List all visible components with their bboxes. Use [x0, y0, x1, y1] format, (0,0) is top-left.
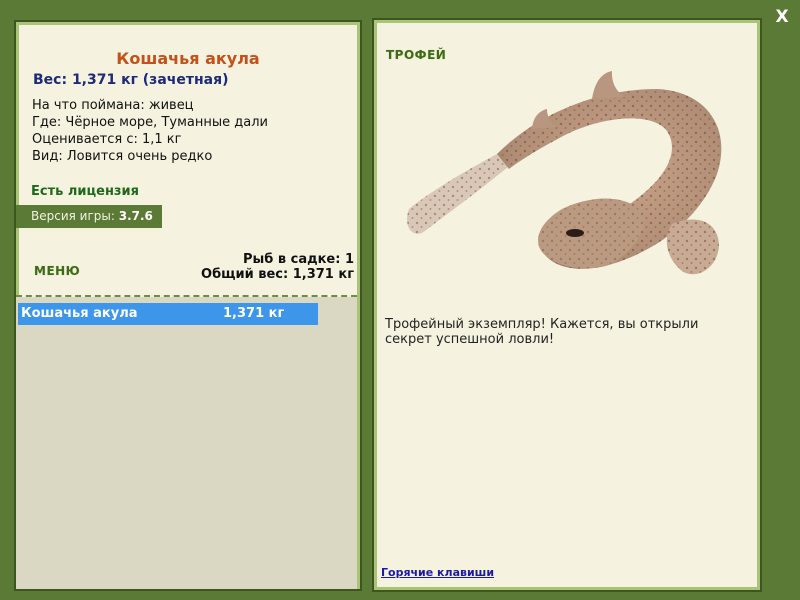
catch-fish-weight: 1,371 кг	[223, 306, 285, 321]
version-value: 3.7.6	[118, 209, 153, 223]
fish-weight: Вес: 1,371 кг (зачетная)	[33, 72, 229, 88]
bait-info: На что поймана: живец	[32, 98, 194, 113]
license-status: Есть лицензия	[31, 184, 139, 199]
hotkeys-link[interactable]: Горячие клавиши	[381, 566, 494, 579]
keep-count: Рыб в садке: 1	[242, 252, 354, 267]
catshark-image	[407, 71, 722, 275]
fish-details: На что поймана: живец Где: Чёрное море, …	[32, 97, 268, 165]
catch-list[interactable]: Кошачья акула 1,371 кг	[16, 297, 357, 589]
fish-title: Кошачья акула	[116, 49, 260, 68]
location-info: Где: Чёрное море, Туманные дали	[32, 115, 268, 130]
keep-net-stats: Рыб в садке: 1 Общий вес: 1,371 кг	[201, 252, 354, 282]
game-version-bar: Версия игры: 3.7.6	[16, 205, 162, 228]
catch-list-item-selected[interactable]: Кошачья акула 1,371 кг	[18, 303, 318, 325]
catch-fish-name: Кошачья акула	[21, 306, 138, 321]
close-button[interactable]: X	[770, 6, 794, 28]
min-weight-info: Оценивается с: 1,1 кг	[32, 132, 182, 147]
trophy-description: Трофейный экземпляр! Кажется, вы открыли…	[385, 317, 699, 347]
rarity-info: Вид: Ловится очень редко	[32, 149, 213, 164]
trophy-panel: ТРОФЕЙ Трофейный экземпляр! Кажется, вы …	[372, 18, 762, 592]
keep-total-weight: Общий вес: 1,371 кг	[201, 267, 354, 282]
version-label: Версия игры:	[31, 209, 115, 223]
menu-button[interactable]: МЕНЮ	[34, 264, 80, 278]
fish-info-panel: Кошачья акула Вес: 1,371 кг (зачетная) Н…	[14, 20, 362, 591]
